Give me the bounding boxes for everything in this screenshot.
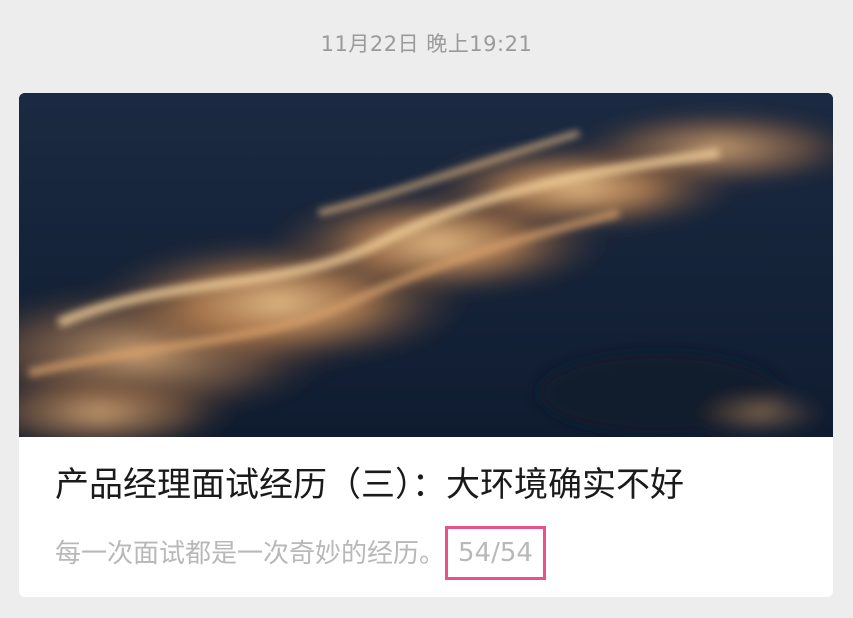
article-description-row: 每一次面试都是一次奇妙的经历。 54/54 bbox=[55, 526, 815, 581]
cover-image bbox=[19, 93, 833, 437]
article-description: 每一次面试都是一次奇妙的经历。 bbox=[55, 539, 446, 569]
message-timestamp: 11月22日 晚上19:21 bbox=[320, 32, 533, 56]
character-counter: 54/54 bbox=[458, 538, 533, 568]
article-card[interactable]: 产品经理面试经历（三）：大环境确实不好 每一次面试都是一次奇妙的经历。 54/54 bbox=[19, 93, 833, 597]
character-counter-highlight: 54/54 bbox=[445, 526, 546, 580]
article-title[interactable]: 产品经理面试经历（三）：大环境确实不好 bbox=[55, 463, 815, 507]
